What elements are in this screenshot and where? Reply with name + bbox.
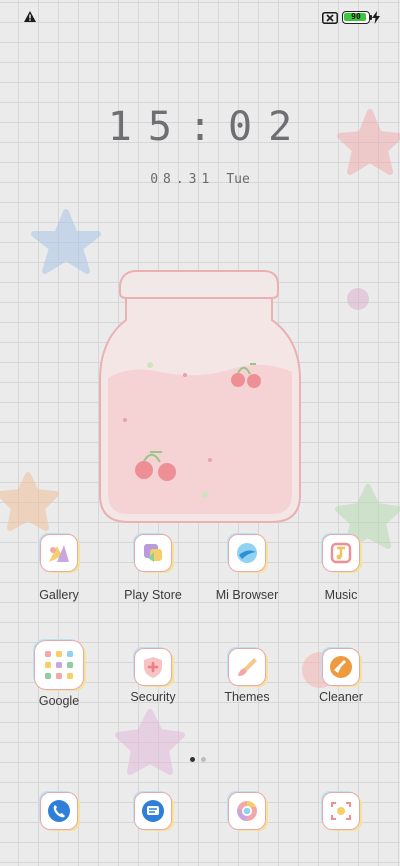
app-security[interactable]: Security: [118, 648, 188, 704]
app-mi-browser[interactable]: Mi Browser: [212, 534, 282, 602]
messages-icon: [134, 792, 172, 830]
dock-messages[interactable]: [118, 792, 188, 830]
jar-illustration: [99, 270, 301, 523]
status-bar: 90: [0, 0, 400, 34]
warning-icon: [24, 11, 36, 22]
app-label: Play Store: [124, 588, 182, 602]
app-music[interactable]: Music: [306, 534, 376, 602]
google-folder-icon: [34, 640, 84, 690]
app-google-folder[interactable]: Google: [24, 640, 94, 708]
app-cleaner[interactable]: Cleaner: [306, 648, 376, 704]
app-label: Music: [324, 588, 358, 602]
themes-icon: [228, 648, 266, 686]
charging-icon: [372, 11, 380, 24]
dock-chrome[interactable]: [212, 792, 282, 830]
app-label: Security: [130, 690, 176, 704]
gallery-icon: [40, 534, 78, 572]
camera-icon: [322, 792, 360, 830]
lockscreen-date: 08.31 Tue: [0, 172, 400, 187]
page-dot: [201, 757, 206, 762]
app-themes[interactable]: Themes: [212, 648, 282, 704]
phone-icon: [40, 792, 78, 830]
weekday-text: Tue: [226, 172, 250, 187]
no-sim-icon: [322, 12, 338, 24]
music-icon: [322, 534, 360, 572]
chrome-icon: [228, 792, 266, 830]
app-gallery[interactable]: Gallery: [24, 534, 94, 602]
cleaner-icon: [322, 648, 360, 686]
play-store-icon: [134, 534, 172, 572]
page-indicator: [190, 747, 212, 766]
lockscreen-clock: 15:02: [107, 104, 309, 150]
battery-level: 90: [351, 12, 361, 21]
page-dot-active: [190, 757, 195, 762]
app-label: Mi Browser: [215, 588, 279, 602]
dock-camera[interactable]: [306, 792, 376, 830]
mi-browser-icon: [228, 534, 266, 572]
app-label: Themes: [224, 690, 270, 704]
app-play-store[interactable]: Play Store: [118, 534, 188, 602]
battery-icon: 90: [342, 11, 370, 24]
dock-phone[interactable]: [24, 792, 94, 830]
date-text: 08.31: [150, 172, 215, 187]
app-label: Google: [38, 694, 80, 708]
app-label: Cleaner: [319, 690, 363, 704]
app-label: Gallery: [39, 588, 79, 602]
security-icon: [134, 648, 172, 686]
